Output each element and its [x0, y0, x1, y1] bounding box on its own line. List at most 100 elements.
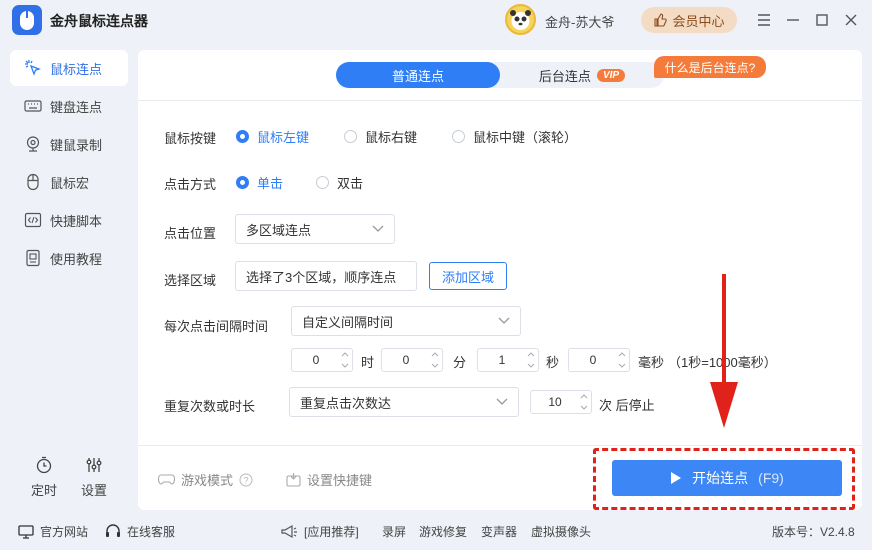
username[interactable]: 金舟-苏大爷: [545, 12, 614, 31]
recommend-section: [应用推荐]: [280, 523, 359, 540]
minimize-icon[interactable]: [782, 9, 804, 31]
app-link-voice-changer[interactable]: 变声器: [481, 523, 517, 540]
timer-button[interactable]: 定时: [24, 456, 64, 499]
interval-label: 每次点击间隔时间: [164, 319, 269, 334]
radio-single-click[interactable]: 单击: [236, 173, 283, 192]
app-link-game-repair[interactable]: 游戏修复: [419, 523, 467, 540]
app-link-screen-record[interactable]: 录屏: [382, 523, 406, 540]
app-title: 金舟鼠标连点器: [50, 13, 148, 29]
background-click-tip[interactable]: 什么是后台连点?: [654, 56, 766, 78]
sidebar-item-record[interactable]: 键鼠录制: [10, 126, 128, 162]
radio-dot: [452, 130, 465, 143]
select-value: 自定义间隔时间: [302, 314, 394, 330]
monitor-icon: [18, 524, 34, 539]
tab-normal-click[interactable]: 普通连点: [336, 62, 500, 88]
main-panel: 普通连点 后台连点 VIP 什么是后台连点? 鼠标按键 鼠标左键 鼠标右键 鼠标…: [138, 50, 862, 510]
stepper-arrows[interactable]: [577, 391, 591, 413]
close-icon[interactable]: [840, 9, 862, 31]
stepper-value: 0: [312, 353, 320, 367]
mouse-icon: [27, 173, 39, 191]
stepper-arrows[interactable]: [615, 349, 629, 371]
document-icon: [26, 249, 40, 267]
click-position-select[interactable]: 多区域连点: [235, 214, 395, 244]
hours-stepper[interactable]: 0: [291, 348, 353, 372]
sidebar-item-mouse-macro[interactable]: 鼠标宏: [10, 164, 128, 200]
avatar[interactable]: [505, 4, 536, 35]
select-value: 多区域连点: [246, 222, 312, 238]
sidebar-item-label: 鼠标连点: [50, 61, 103, 77]
stepper-arrows[interactable]: [524, 349, 538, 371]
keyboard-shortcut-icon: [286, 473, 301, 487]
radio-middle-button[interactable]: 鼠标中键（滚轮）: [452, 127, 577, 146]
sidebar-item-label: 鼠标宏: [50, 175, 90, 191]
official-website-link[interactable]: 官方网站: [18, 523, 88, 540]
keyboard-icon: [24, 100, 42, 112]
app-link-virtual-camera[interactable]: 虚拟摄像头: [531, 523, 591, 540]
stepper-value: 1: [498, 353, 506, 367]
selected-areas-field: 选择了3个区域，顺序连点: [235, 261, 417, 291]
minutes-stepper[interactable]: 0: [381, 348, 443, 372]
mouse-button-label: 鼠标按键: [164, 131, 217, 146]
radio-dot: [316, 176, 329, 189]
stepper-arrows[interactable]: [428, 349, 442, 371]
seconds-stepper[interactable]: 1: [477, 348, 539, 372]
select-value: 重复点击次数达: [300, 395, 392, 411]
code-script-icon: [24, 212, 42, 228]
hotkey-setting-button[interactable]: 设置快捷键: [286, 470, 372, 489]
stepper-arrows[interactable]: [338, 349, 352, 371]
radio-label: 单击: [257, 176, 284, 191]
select-area-label: 选择区域: [164, 273, 217, 288]
repeat-mode-select[interactable]: 重复点击次数达: [289, 387, 519, 417]
hotkey-setting-label: 设置快捷键: [307, 473, 373, 488]
settings-label: 设置: [80, 483, 107, 498]
online-service-link[interactable]: 在线客服: [105, 523, 175, 540]
maximize-icon[interactable]: [811, 9, 833, 31]
repeat-suffix: 次 后停止: [599, 398, 655, 413]
radio-label: 鼠标中键（滚轮）: [473, 130, 578, 145]
vip-center-label: 会员中心: [672, 13, 725, 29]
radio-dot: [344, 130, 357, 143]
stepper-value: 0: [589, 353, 597, 367]
version-label: 版本号：V2.4.8: [772, 525, 855, 539]
repeat-count-stepper[interactable]: 10: [530, 390, 592, 414]
settings-button[interactable]: 设置: [74, 456, 114, 499]
webcam-record-icon: [26, 136, 40, 152]
sidebar-item-keyboard-click[interactable]: 键盘连点: [10, 88, 128, 124]
svg-text:?: ?: [244, 475, 249, 485]
interval-mode-select[interactable]: 自定义间隔时间: [291, 306, 521, 336]
divider: [138, 445, 862, 446]
clock-icon: [36, 456, 52, 474]
game-mode-label: 游戏模式: [181, 473, 234, 488]
chevron-down-icon: [498, 317, 510, 324]
seconds-unit: 秒: [546, 355, 560, 370]
megaphone-icon: [281, 524, 297, 539]
headset-icon: [106, 524, 120, 537]
game-mode-toggle[interactable]: 游戏模式 ?: [158, 470, 253, 489]
tab-background-click[interactable]: 后台连点 VIP: [500, 62, 664, 88]
sidebar-item-label: 使用教程: [50, 251, 103, 267]
radio-left-button[interactable]: 鼠标左键: [236, 127, 309, 146]
divider: [138, 100, 862, 101]
vip-center-button[interactable]: 会员中心: [641, 7, 737, 33]
mode-tabs: 普通连点 后台连点 VIP: [336, 62, 664, 88]
sidebar: 鼠标连点 键盘连点 键鼠录制 鼠标宏 快捷脚本 使用教程 定时 设置: [0, 42, 138, 510]
radio-label: 双击: [337, 176, 364, 191]
title-bar: 金舟鼠标连点器 金舟-苏大爷 会员中心: [0, 0, 872, 42]
sidebar-item-label: 键盘连点: [50, 99, 103, 115]
app-logo: [12, 5, 42, 35]
sidebar-item-label: 快捷脚本: [50, 213, 103, 229]
sidebar-item-quick-script[interactable]: 快捷脚本: [10, 202, 128, 238]
radio-right-button[interactable]: 鼠标右键: [344, 127, 417, 146]
sidebar-item-mouse-click[interactable]: 鼠标连点: [10, 50, 128, 86]
timer-label: 定时: [30, 483, 57, 498]
menu-icon[interactable]: [753, 9, 775, 31]
stepper-value: 0: [402, 353, 410, 367]
click-type-label: 点击方式: [164, 177, 217, 192]
radio-double-click[interactable]: 双击: [316, 173, 363, 192]
thumb-icon: [654, 13, 668, 27]
help-icon[interactable]: ?: [239, 473, 253, 487]
milliseconds-stepper[interactable]: 0: [568, 348, 630, 372]
sidebar-item-tutorial[interactable]: 使用教程: [10, 240, 128, 276]
red-arrow-annotation: [710, 274, 738, 428]
add-area-button[interactable]: 添加区域: [429, 262, 507, 290]
